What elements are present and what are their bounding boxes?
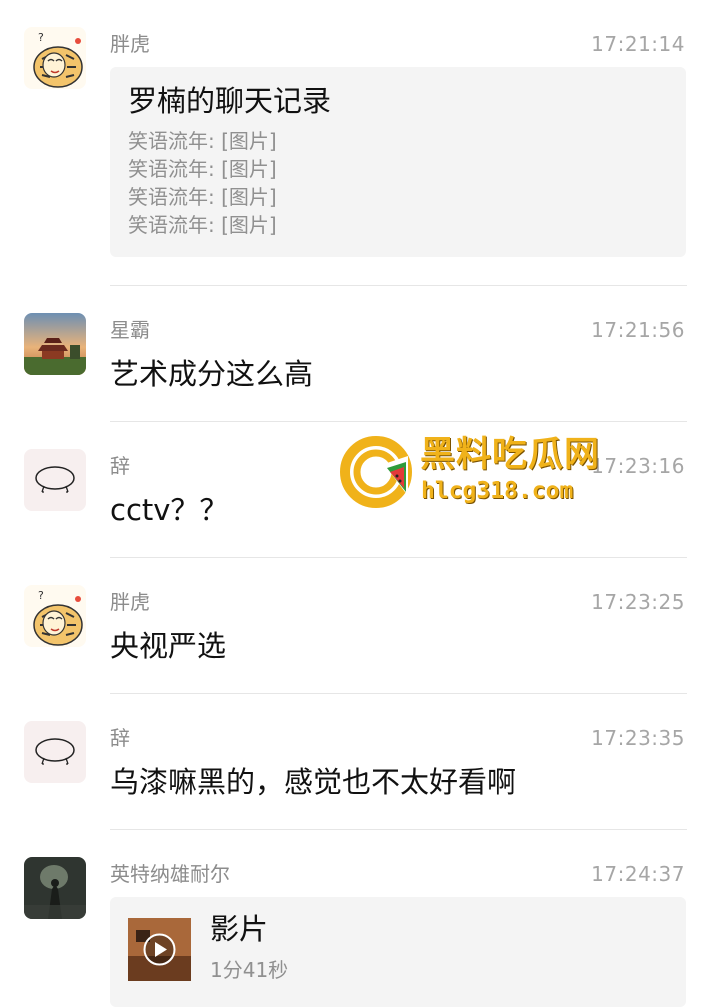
video-title: 影片 xyxy=(210,912,269,946)
video-thumbnail[interactable] xyxy=(128,918,191,981)
chat-record-line: 笑语流年: [图片] xyxy=(128,157,277,181)
dark-photo-icon xyxy=(24,857,86,919)
watermark-title: 黑料吃瓜网 xyxy=(420,435,601,475)
tiger-icon: ? xyxy=(24,585,86,647)
message-text: cctv？？ xyxy=(110,493,229,527)
message-time: 17:24:37 xyxy=(591,862,685,886)
sender-name: 辞 xyxy=(110,726,130,750)
sender-name: 辞 xyxy=(110,454,130,478)
message-divider xyxy=(110,693,687,694)
sketch-avatar[interactable] xyxy=(24,721,86,783)
chat-record-line: 笑语流年: [图片] xyxy=(128,185,277,209)
sketch-avatar[interactable] xyxy=(24,449,86,511)
sender-name: 胖虎 xyxy=(110,590,150,614)
sketch-icon xyxy=(24,449,86,511)
message-text: 艺术成分这么高 xyxy=(110,357,314,391)
tiger-avatar[interactable]: ? xyxy=(24,585,86,647)
sender-name: 英特纳雄耐尔 xyxy=(110,862,230,886)
sender-name: 胖虎 xyxy=(110,32,150,56)
chat-record-card[interactable]: 罗楠的聊天记录 笑语流年: [图片] 笑语流年: [图片] 笑语流年: [图片]… xyxy=(110,67,686,257)
palace-photo-icon xyxy=(24,313,86,375)
sketch-icon xyxy=(24,721,86,783)
message-text: 乌漆嘛黑的，感觉也不太好看啊 xyxy=(110,765,517,799)
video-card[interactable]: 影片 1分41秒 xyxy=(110,897,686,1007)
dark-photo-avatar[interactable] xyxy=(24,857,86,919)
message-divider xyxy=(110,829,687,830)
video-duration: 1分41秒 xyxy=(210,958,289,982)
message-divider xyxy=(110,285,687,286)
tiger-icon: ? xyxy=(24,27,86,89)
svg-text:?: ? xyxy=(38,31,44,44)
watermark: 黑料吃瓜网 hlcg318.com xyxy=(340,432,610,512)
watermark-url: hlcg318.com xyxy=(421,478,574,504)
message-time: 17:23:25 xyxy=(591,590,685,614)
message-divider xyxy=(110,557,687,558)
watermelon-logo-icon xyxy=(340,436,412,508)
message-time: 17:23:35 xyxy=(591,726,685,750)
tiger-avatar[interactable]: ? xyxy=(24,27,86,89)
sender-name: 星霸 xyxy=(110,318,150,342)
palace-photo-avatar[interactable] xyxy=(24,313,86,375)
message-text: 央视严选 xyxy=(110,629,227,663)
message-divider xyxy=(110,421,687,422)
chat-record-title: 罗楠的聊天记录 xyxy=(128,84,332,118)
message-time: 17:21:14 xyxy=(591,32,685,56)
message-time: 17:21:56 xyxy=(591,318,685,342)
chat-record-line: 笑语流年: [图片] xyxy=(128,129,277,153)
play-icon xyxy=(128,918,191,981)
svg-text:?: ? xyxy=(38,589,44,602)
chat-record-line: 笑语流年: [图片] xyxy=(128,213,277,237)
